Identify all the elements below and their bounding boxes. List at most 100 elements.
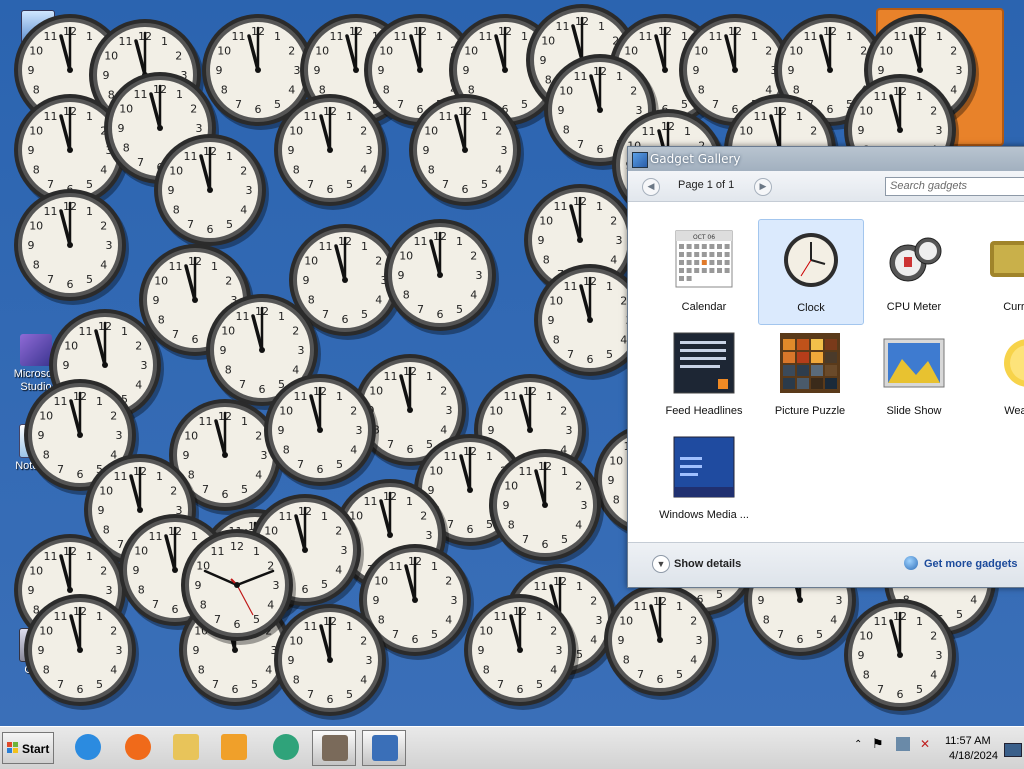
window-title-bar[interactable]: Gadget Gallery (628, 147, 1024, 171)
start-button[interactable]: Start (2, 732, 54, 764)
windows-flag-icon (7, 742, 18, 753)
gadget-gallery-window[interactable]: Gadget Gallery ◀ Page 1 of 1 ▶ Search ga… (627, 146, 1024, 588)
show-hidden-icons-icon[interactable]: ⌃ (854, 739, 862, 750)
gadget-tile-currency[interactable]: Curren (968, 219, 1024, 323)
svg-text:6: 6 (317, 463, 324, 476)
volume-muted-icon[interactable]: ✕ (920, 737, 930, 751)
previous-page-button[interactable]: ◀ (642, 178, 660, 196)
system-tray: ⌃ ⚑ ✕ 11:57 AM 4/18/2024 (852, 731, 1024, 765)
svg-text:7: 7 (637, 668, 644, 681)
svg-text:10: 10 (541, 35, 555, 48)
gadget-tile-windows-media[interactable]: Windows Media ... (652, 427, 756, 531)
svg-text:10: 10 (464, 45, 478, 58)
taskbar-button-internet-explorer[interactable] (66, 730, 110, 766)
show-details-button[interactable]: ▼ Show details (652, 555, 741, 573)
svg-text:11: 11 (444, 450, 458, 463)
network-icon[interactable] (896, 737, 910, 751)
taskbar-button-edge[interactable] (264, 730, 308, 766)
svg-text:11: 11 (79, 325, 93, 338)
svg-text:5: 5 (606, 348, 613, 361)
svg-text:10: 10 (289, 125, 303, 138)
get-more-gadgets-link[interactable]: Get more gadgets (904, 555, 1018, 573)
svg-text:2: 2 (360, 125, 367, 138)
svg-text:8: 8 (698, 84, 705, 97)
svg-text:2: 2 (610, 215, 617, 228)
get-more-label: Get more gadgets (924, 558, 1018, 570)
svg-text:1: 1 (546, 390, 553, 403)
gadget-tile-cpu-meter[interactable]: CPU Meter (862, 219, 966, 323)
svg-text:10: 10 (169, 165, 183, 178)
svg-text:7: 7 (187, 218, 194, 231)
action-center-flag-icon[interactable]: ⚑ (872, 737, 884, 752)
taskbar-button-gadget-window[interactable] (312, 730, 356, 766)
svg-text:1: 1 (121, 325, 128, 338)
svg-text:11: 11 (199, 415, 213, 428)
svg-text:8: 8 (293, 674, 300, 687)
svg-text:7: 7 (397, 98, 404, 111)
taskbar-button-firefox[interactable] (116, 730, 160, 766)
svg-text:3: 3 (298, 344, 305, 357)
svg-text:12: 12 (230, 540, 244, 553)
svg-text:8: 8 (188, 469, 195, 482)
svg-text:2: 2 (110, 410, 117, 423)
gadget-tile-clock[interactable]: Clock (758, 219, 864, 325)
svg-text:7: 7 (57, 463, 64, 476)
svg-text:9: 9 (168, 184, 175, 197)
next-page-button[interactable]: ▶ (754, 178, 772, 196)
svg-text:11: 11 (804, 30, 818, 43)
svg-text:9: 9 (220, 344, 227, 357)
svg-text:5: 5 (426, 438, 433, 451)
svg-text:3: 3 (581, 499, 588, 512)
svg-text:11: 11 (874, 90, 888, 103)
tray-date[interactable]: 4/18/2024 (949, 750, 998, 762)
svg-text:6: 6 (827, 103, 834, 116)
gadget-tile-weather[interactable]: Weath (968, 323, 1024, 427)
svg-text:8: 8 (225, 364, 232, 377)
svg-text:10: 10 (217, 45, 231, 58)
tray-time[interactable]: 11:57 AM (945, 735, 991, 747)
svg-text:6: 6 (67, 278, 74, 291)
media-player-icon (221, 734, 247, 760)
svg-text:2: 2 (765, 45, 772, 58)
svg-text:2: 2 (420, 510, 427, 523)
svg-text:2: 2 (135, 340, 142, 353)
taskbar-button-file-explorer[interactable] (164, 730, 208, 766)
svg-text:10: 10 (399, 250, 413, 263)
clock-gadget[interactable]: 123456789101112 (154, 134, 269, 250)
svg-text:6: 6 (234, 618, 241, 631)
svg-text:5: 5 (96, 678, 103, 691)
gadget-tile-picture-puzzle[interactable]: Picture Puzzle (758, 323, 862, 427)
svg-text:1: 1 (278, 310, 285, 323)
svg-text:9: 9 (195, 579, 202, 592)
gadget-tile-feed-headlines[interactable]: Feed Headlines (652, 323, 756, 427)
svg-text:1: 1 (796, 110, 803, 123)
svg-text:1: 1 (616, 70, 623, 83)
svg-text:1: 1 (456, 235, 463, 248)
svg-text:10: 10 (99, 485, 113, 498)
svg-text:11: 11 (236, 310, 250, 323)
file-explorer-icon (173, 734, 199, 760)
svg-text:5: 5 (456, 303, 463, 316)
svg-text:10: 10 (29, 220, 43, 233)
svg-text:7: 7 (152, 598, 159, 611)
svg-text:10: 10 (134, 545, 148, 558)
gadget-tile-slide-show[interactable]: Slide Show (862, 323, 966, 427)
svg-text:8: 8 (293, 164, 300, 177)
svg-text:7: 7 (497, 678, 504, 691)
svg-text:10: 10 (304, 255, 318, 268)
taskbar-button-display[interactable] (362, 730, 406, 766)
svg-text:8: 8 (613, 494, 620, 507)
svg-text:9: 9 (373, 594, 380, 607)
svg-text:6: 6 (437, 308, 444, 321)
svg-text:5: 5 (956, 608, 963, 621)
clock-gadget[interactable]: 123456789101112 (14, 189, 129, 305)
clock-gadget[interactable]: 123456789101112 (489, 449, 604, 565)
gadget-tile-calendar[interactable]: OCT 06 Calendar (652, 219, 756, 323)
svg-text:1: 1 (916, 90, 923, 103)
taskbar-button-media-player[interactable] (212, 730, 256, 766)
show-desktop-icon[interactable] (1004, 743, 1022, 757)
search-gadgets-input[interactable]: Search gadgets (885, 177, 1024, 196)
clock-gadget[interactable]: 123456789101112 (384, 219, 499, 335)
svg-text:11: 11 (634, 600, 648, 613)
svg-text:9: 9 (38, 429, 45, 442)
